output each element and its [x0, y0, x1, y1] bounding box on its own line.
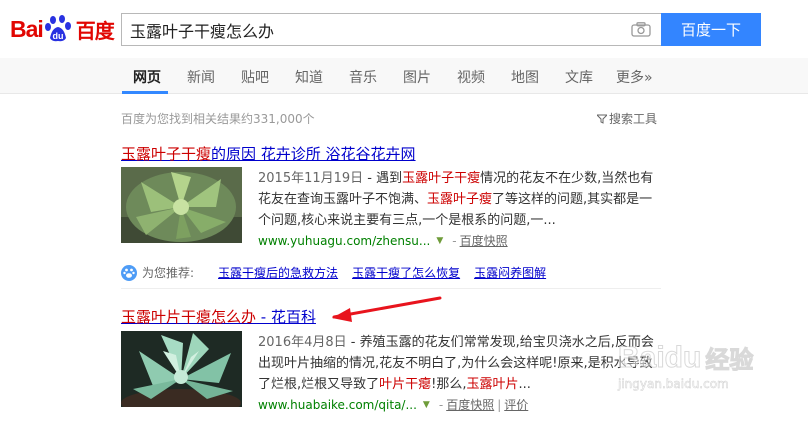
- dropdown-arrow-icon[interactable]: ▼: [423, 400, 430, 410]
- result-2-title-rest: - 花百科: [256, 308, 316, 326]
- recommend-link-1[interactable]: 玉露干瘦后的急救方法: [218, 264, 338, 281]
- search-tools[interactable]: 搜索工具: [597, 110, 657, 127]
- recommend-link-3[interactable]: 玉露闷养图解: [474, 264, 546, 281]
- search-button[interactable]: 百度一下: [661, 13, 761, 46]
- result-2-hl-2: 玉露叶片: [466, 377, 519, 392]
- search-tools-label: 搜索工具: [609, 112, 658, 126]
- tab-music[interactable]: 音乐: [349, 67, 377, 87]
- tab-tieba[interactable]: 贴吧: [241, 67, 269, 87]
- search-input[interactable]: [122, 14, 622, 45]
- watermark-cn: 经验: [705, 346, 754, 375]
- succulent-image-1: [121, 167, 242, 243]
- result-1-text-a: - 遇到: [363, 171, 403, 186]
- paw-icon: [121, 264, 137, 281]
- result-2-meta: www.huabaike.com/qita/... ▼ - 百度快照 | 评价: [258, 396, 528, 413]
- result-1-meta: www.yuhuagu.com/zhensu... ▼ - 百度快照: [258, 232, 508, 249]
- logo-bai: Bai: [10, 15, 44, 42]
- paw-logo-icon: du: [44, 15, 71, 42]
- result-2-hl-1: 叶片干瘪: [379, 377, 432, 392]
- result-2-review[interactable]: 评价: [504, 396, 528, 413]
- nav-bar: 网页 新闻 贴吧 知道 音乐 图片 视频 地图 文库 更多»: [0, 58, 808, 94]
- result-2-title-highlight: 玉露叶片干瘪怎么办: [121, 308, 257, 326]
- separator: |: [497, 397, 502, 412]
- watermark-url: jingyan.baidu.com: [618, 377, 729, 392]
- result-1-snapshot[interactable]: 百度快照: [460, 232, 508, 249]
- tab-wenku[interactable]: 文库: [565, 67, 593, 87]
- tab-video[interactable]: 视频: [457, 67, 485, 87]
- tab-images[interactable]: 图片: [403, 67, 431, 87]
- result-2-date: 2016年4月8日: [258, 335, 347, 350]
- result-1-title[interactable]: 玉露叶子干瘦的原因 花卉诊所 浴花谷花卉网: [121, 143, 416, 164]
- result-1-abstract: 2015年11月19日 - 遇到玉露叶子干瘦情况的花友不在少数,当然也有花友在查…: [258, 168, 658, 231]
- result-1-title-highlight: 玉露叶子干瘦: [121, 145, 212, 163]
- baidu-logo[interactable]: Bai du 百度: [10, 14, 115, 44]
- result-2-thumbnail[interactable]: [121, 331, 242, 407]
- result-count: 百度为您找到相关结果约331,000个: [121, 112, 315, 126]
- result-1-hl-1: 玉露叶子干瘦: [402, 171, 481, 186]
- logo-du-text: du: [52, 31, 63, 41]
- active-tab-indicator: [122, 91, 168, 94]
- result-2-text-c: ...: [518, 377, 531, 392]
- result-2-url[interactable]: www.huabaike.com/qita/...: [258, 398, 417, 412]
- tab-web[interactable]: 网页: [133, 67, 161, 87]
- header: Bai du 百度 百度一下: [0, 0, 808, 58]
- tab-zhidao[interactable]: 知道: [295, 67, 323, 87]
- recommend-bar: 为您推荐: 玉露干瘦后的急救方法 玉露干瘦了怎么恢复 玉露闷养图解: [121, 264, 546, 281]
- result-2-title[interactable]: 玉露叶片干瘪怎么办 - 花百科: [121, 306, 316, 327]
- divider: [121, 288, 661, 289]
- recommend-link-2[interactable]: 玉露干瘦了怎么恢复: [352, 264, 460, 281]
- result-2-snapshot[interactable]: 百度快照: [446, 396, 494, 413]
- result-2-abstract: 2016年4月8日 - 养殖玉露的花友们常常发现,给宝贝浇水之后,反而会出现叶片…: [258, 332, 658, 395]
- search-box: [121, 13, 661, 46]
- filter-icon: [597, 114, 607, 124]
- tab-map[interactable]: 地图: [511, 67, 539, 87]
- result-1-title-rest: 的原因 花卉诊所 浴花谷花卉网: [211, 145, 416, 163]
- result-1-url[interactable]: www.yuhuagu.com/zhensu...: [258, 234, 430, 248]
- tab-more[interactable]: 更多»: [616, 67, 653, 87]
- baidu-jingyan-watermark: Baidu 经验 jingyan.baidu.com: [617, 340, 754, 392]
- dropdown-arrow-icon[interactable]: ▼: [436, 236, 443, 246]
- tab-news[interactable]: 新闻: [187, 67, 215, 87]
- watermark-brand: Baidu: [617, 340, 702, 374]
- logo-cn: 百度: [75, 18, 115, 43]
- succulent-image-2: [121, 331, 242, 407]
- result-2-text-b: !那么,: [431, 377, 467, 392]
- result-1-date: 2015年11月19日: [258, 171, 364, 186]
- recommend-label: 为您推荐:: [142, 266, 195, 280]
- separator: -: [438, 397, 444, 412]
- result-1-thumbnail[interactable]: [121, 167, 242, 243]
- result-1-hl-2: 玉露叶子瘦: [427, 192, 493, 207]
- camera-icon[interactable]: [631, 22, 651, 37]
- separator: -: [452, 233, 457, 248]
- red-arrow-annotation: [332, 296, 442, 322]
